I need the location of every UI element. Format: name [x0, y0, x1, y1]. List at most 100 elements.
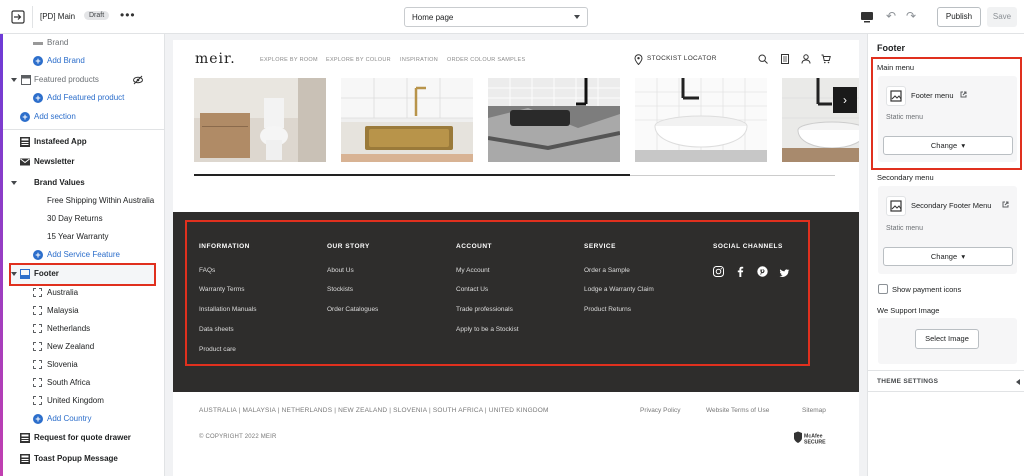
footer-link[interactable]: FAQs — [199, 267, 215, 274]
search-icon[interactable] — [758, 54, 768, 64]
nav-link[interactable]: INSPIRATION — [400, 57, 438, 63]
footer-link[interactable]: About Us — [327, 267, 354, 274]
sidebar-item-brand-value[interactable]: 30 Day Returns — [3, 210, 164, 228]
collapse-caret-icon[interactable] — [11, 78, 17, 82]
main-menu-name[interactable]: Footer menu — [911, 91, 954, 100]
page-selector[interactable]: Home page — [404, 7, 588, 27]
instagram-icon[interactable] — [713, 266, 724, 277]
carousel-image[interactable] — [635, 78, 767, 162]
desktop-view-icon[interactable] — [860, 10, 874, 24]
carousel-image[interactable] — [488, 78, 620, 162]
publish-button[interactable]: Publish — [937, 7, 981, 27]
eye-hidden-icon[interactable] — [133, 75, 143, 85]
footer-link[interactable]: Lodge a Warranty Claim — [584, 286, 654, 293]
block-placeholder-icon — [33, 360, 42, 369]
carousel-image[interactable] — [341, 78, 473, 162]
add-brand-button[interactable]: + Add Brand — [3, 52, 164, 70]
secondary-menu-name[interactable]: Secondary Footer Menu — [911, 201, 991, 210]
account-icon[interactable] — [801, 54, 811, 64]
menu-thumbnail — [886, 86, 906, 106]
envelope-icon — [20, 158, 30, 166]
sidebar-item-brand-value[interactable]: 15 Year Warranty — [3, 228, 164, 246]
theme-settings-toggle[interactable]: THEME SETTINGS — [868, 370, 1024, 392]
footer-link[interactable]: Apply to be a Stockist — [456, 326, 519, 333]
change-main-menu-button[interactable]: Change ▾ — [883, 136, 1013, 155]
add-featured-product-button[interactable]: + Add Featured product — [3, 89, 164, 107]
footer-link[interactable]: Order Catalogues — [327, 306, 378, 313]
settings-panel: Footer Main menu Footer menu Static menu… — [867, 34, 1024, 476]
collapse-caret-icon[interactable] — [11, 272, 17, 276]
sidebar-item-brand-value[interactable]: Free Shipping Within Australia — [3, 192, 164, 210]
footer-link[interactable]: Installation Manuals — [199, 306, 256, 313]
carousel-image[interactable] — [194, 78, 326, 162]
section-icon — [21, 75, 31, 85]
undo-icon[interactable]: ↶ — [886, 9, 896, 23]
add-section-button[interactable]: + Add section — [3, 108, 164, 126]
add-service-feature-button[interactable]: + Add Service Feature — [3, 246, 164, 264]
sidebar-item-country[interactable]: United Kingdom — [3, 392, 164, 410]
sidebar-item-label: New Zealand — [47, 342, 95, 351]
carousel-next-button[interactable]: › — [833, 87, 857, 113]
nav-link[interactable]: EXPLORE BY COLOUR — [326, 57, 391, 63]
sidebar-item-country[interactable]: New Zealand — [3, 338, 164, 356]
show-payment-icons-checkbox[interactable] — [878, 284, 888, 294]
footer-link[interactable]: Order a Sample — [584, 267, 630, 274]
sidebar-item-country[interactable]: Malaysia — [3, 302, 164, 320]
sidebar-item-brand[interactable]: Brand — [3, 34, 164, 52]
external-link-icon[interactable] — [960, 91, 967, 98]
external-link-icon[interactable] — [1002, 201, 1009, 208]
nav-link[interactable]: EXPLORE BY ROOM — [260, 57, 318, 63]
cart-icon[interactable] — [821, 54, 831, 64]
footer-link[interactable]: My Account — [456, 267, 490, 274]
footer-link[interactable]: Trade professionals — [456, 306, 513, 313]
sidebar-item-label: Malaysia — [47, 306, 79, 315]
pinterest-icon[interactable] — [757, 266, 768, 277]
sidebar-item-country[interactable]: South Africa — [3, 374, 164, 392]
select-image-button[interactable]: Select Image — [915, 329, 979, 349]
show-payment-icons-label: Show payment icons — [892, 285, 962, 294]
collapse-caret-icon[interactable] — [11, 181, 17, 185]
footer-heading: SERVICE — [584, 243, 616, 250]
sidebar-item-footer[interactable]: Footer — [3, 265, 164, 283]
more-actions-button[interactable]: ••• — [120, 8, 136, 22]
footer-link[interactable]: Stockists — [327, 286, 353, 293]
footer-link[interactable]: Contact Us — [456, 286, 488, 293]
nav-link[interactable]: ORDER COLOUR SAMPLES — [447, 57, 525, 63]
footer-link[interactable]: Data sheets — [199, 326, 234, 333]
sidebar-item-country[interactable]: Slovenia — [3, 356, 164, 374]
footer-link[interactable]: Warranty Terms — [199, 286, 245, 293]
redo-icon[interactable]: ↷ — [906, 9, 916, 23]
sidebar-item-instafeed[interactable]: Instafeed App — [3, 133, 164, 151]
facebook-icon[interactable] — [735, 266, 746, 277]
sidebar-item-featured-products[interactable]: Featured products — [3, 71, 164, 89]
store-logo[interactable]: meir. — [195, 51, 236, 67]
twitter-icon[interactable] — [779, 268, 790, 279]
change-secondary-menu-button[interactable]: Change ▾ — [883, 247, 1013, 266]
exit-icon[interactable] — [10, 9, 26, 25]
add-country-button[interactable]: + Add Country — [3, 410, 164, 428]
footer-link[interactable]: Product Returns — [584, 306, 631, 313]
main-menu-card: Footer menu Static menu Change ▾ — [878, 76, 1017, 162]
sidebar-item-newsletter[interactable]: Newsletter — [3, 153, 164, 171]
catalogue-icon[interactable] — [780, 54, 790, 64]
change-label: Change — [930, 252, 958, 261]
sidebar-item-country[interactable]: Netherlands — [3, 320, 164, 338]
footer-countries[interactable]: AUSTRALIA | MALAYSIA | NETHERLANDS | NEW… — [199, 407, 549, 414]
block-placeholder-icon — [33, 324, 42, 333]
block-placeholder-icon — [33, 288, 42, 297]
sidebar-item-label: United Kingdom — [47, 396, 104, 405]
sidebar-item-toast-popup[interactable]: Toast Popup Message — [3, 450, 164, 468]
stockist-locator-link[interactable]: STOCKIST LOCATOR — [647, 55, 717, 62]
sidebar-item-country[interactable]: Australia — [3, 284, 164, 302]
save-button[interactable]: Save — [987, 7, 1017, 27]
sidebar-item-brand-values[interactable]: Brand Values — [3, 174, 164, 192]
footer-link[interactable]: Product care — [199, 346, 236, 353]
we-support-image-label: We Support Image — [877, 306, 940, 315]
terms-link[interactable]: Website Terms of Use — [706, 407, 769, 414]
theme-name: [PD] Main — [40, 12, 76, 21]
sitemap-link[interactable]: Sitemap — [802, 407, 826, 414]
product-carousel[interactable] — [194, 78, 859, 162]
sidebar-item-label: Newsletter — [34, 157, 75, 166]
privacy-policy-link[interactable]: Privacy Policy — [640, 407, 680, 414]
sidebar-item-request-quote[interactable]: Request for quote drawer — [3, 429, 164, 447]
